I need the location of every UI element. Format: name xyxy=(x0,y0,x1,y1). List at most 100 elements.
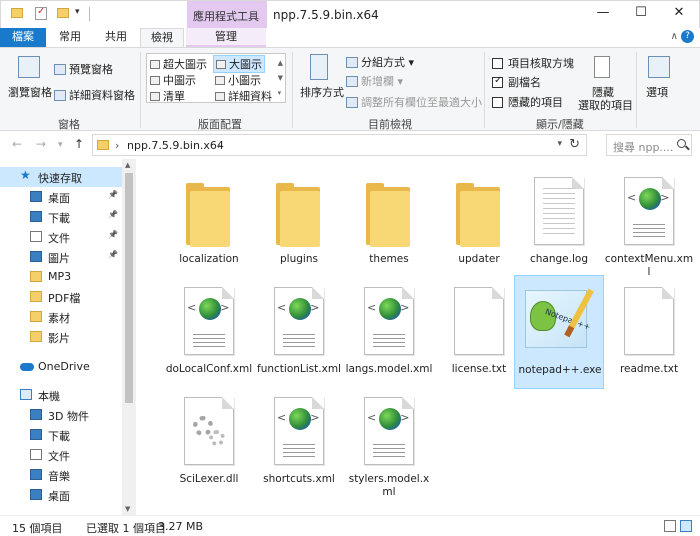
options-button[interactable]: 選項 xyxy=(646,84,668,100)
file-extensions-checkbox[interactable] xyxy=(492,75,503,88)
scroll-down-icon[interactable]: ▼ xyxy=(125,505,130,513)
file-item[interactable]: <> langs.model.xml xyxy=(344,275,434,389)
file-item[interactable]: SciLexer.dll xyxy=(164,385,254,499)
breadcrumb-separator-icon[interactable]: › xyxy=(115,139,119,152)
sidebar-item[interactable]: 素材 xyxy=(0,307,122,327)
add-columns-button[interactable]: 新增欄 ▾ xyxy=(346,73,403,89)
close-button[interactable]: ✕ xyxy=(669,5,689,23)
search-icon[interactable] xyxy=(677,139,686,148)
3d-objects-icon xyxy=(30,409,42,420)
scrollbar-thumb[interactable] xyxy=(125,173,133,403)
details-view-icon[interactable] xyxy=(664,520,676,532)
navigation-scrollbar[interactable]: ▲ ▼ xyxy=(122,159,136,515)
divider xyxy=(484,52,485,128)
download-icon xyxy=(30,211,42,222)
minimize-button[interactable]: — xyxy=(593,5,613,23)
help-icon[interactable]: ? xyxy=(681,30,694,43)
large-icons-view-icon[interactable] xyxy=(680,520,692,532)
layout-extra-large-icons[interactable]: 超大圖示 xyxy=(150,56,207,72)
recent-locations-icon[interactable]: ▾ xyxy=(58,140,63,150)
hidden-items-toggle[interactable]: 隱藏的項目 xyxy=(492,94,563,110)
refresh-icon[interactable]: ↻ xyxy=(569,137,580,152)
file-extensions-toggle[interactable]: 副檔名 xyxy=(492,74,541,90)
sidebar-item-label: 圖片 xyxy=(48,252,70,265)
search-box[interactable]: 搜尋 npp.... xyxy=(606,134,692,156)
medium-icons-icon xyxy=(150,76,160,85)
music-icon xyxy=(30,469,42,480)
file-item[interactable]: <> doLocalConf.xml xyxy=(164,275,254,389)
sidebar-item[interactable]: PDF檔 xyxy=(0,287,122,307)
file-item[interactable]: updater xyxy=(434,165,524,279)
layout-item-label: 超大圖示 xyxy=(163,58,207,71)
sidebar-item[interactable]: 桌面 📌 xyxy=(0,187,122,207)
breadcrumb-current[interactable]: npp.7.5.9.bin.x64 xyxy=(127,139,224,152)
folder-icon xyxy=(30,271,42,282)
forward-arrow-icon[interactable]: → xyxy=(36,137,46,151)
back-arrow-icon[interactable]: ← xyxy=(12,137,22,151)
file-item[interactable]: <> stylers.model.xml xyxy=(344,385,434,499)
layout-medium-icons[interactable]: 中圖示 xyxy=(150,72,196,88)
item-checkboxes-toggle[interactable]: 項目核取方塊 xyxy=(492,55,574,71)
tab-view[interactable]: 檢視 xyxy=(140,28,184,47)
extra-large-icons-icon xyxy=(150,60,160,69)
item-checkboxes-checkbox[interactable] xyxy=(492,58,503,69)
file-item[interactable]: readme.txt xyxy=(604,275,694,389)
navigation-pane-button[interactable]: 瀏覽窗格 xyxy=(8,84,52,100)
size-columns-button[interactable]: 調整所有欄位至最適大小 xyxy=(346,94,482,110)
properties-icon[interactable] xyxy=(35,6,47,20)
quick-access-dropdown-icon[interactable]: ▾ xyxy=(75,7,80,17)
sidebar-item[interactable]: 下載 📌 xyxy=(0,207,122,227)
details-pane-button[interactable]: 詳細資料窗格 xyxy=(54,87,135,103)
add-columns-label: 新增欄 xyxy=(361,75,394,88)
file-item[interactable]: <> shortcuts.xml xyxy=(254,385,344,499)
preview-pane-button[interactable]: 預覽窗格 xyxy=(54,61,113,77)
up-arrow-icon[interactable]: ↑ xyxy=(74,137,84,151)
address-bar[interactable]: › npp.7.5.9.bin.x64 › ▾ ↻ xyxy=(92,134,587,156)
sidebar-item[interactable]: MP3 xyxy=(0,267,122,287)
sidebar-item[interactable]: 桌面 xyxy=(0,485,122,505)
file-item[interactable]: localization xyxy=(164,165,254,279)
file-item[interactable]: license.txt xyxy=(434,275,524,389)
tab-manage[interactable]: 管理 xyxy=(186,28,266,47)
sidebar-item[interactable]: 圖片 📌 xyxy=(0,247,122,267)
collapse-ribbon-icon[interactable]: ∧ xyxy=(671,31,678,42)
hide-selected-line2[interactable]: 選取的項目 xyxy=(578,97,633,113)
layout-list[interactable]: 清單 xyxy=(150,88,185,104)
sidebar-item[interactable]: 影片 xyxy=(0,327,122,347)
file-item[interactable]: change.log xyxy=(514,165,604,279)
sidebar-item[interactable]: 文件 📌 xyxy=(0,227,122,247)
scroll-up-icon[interactable]: ▲ xyxy=(125,161,130,169)
hidden-items-checkbox[interactable] xyxy=(492,97,503,108)
breadcrumb-separator-icon[interactable]: › xyxy=(217,139,221,152)
sidebar-item[interactable]: 本機 xyxy=(0,385,122,405)
sidebar-item[interactable]: ★ 快速存取 xyxy=(0,167,122,187)
tab-file[interactable]: 檔案 xyxy=(0,28,46,47)
layout-item-label: 清單 xyxy=(163,90,185,103)
item-count: 15 個項目 xyxy=(12,522,63,535)
maximize-button[interactable]: ☐ xyxy=(631,5,651,23)
group-by-button[interactable]: 分組方式 ▾ xyxy=(346,54,414,70)
tab-home[interactable]: 常用 xyxy=(50,28,90,47)
sort-by-button[interactable]: 排序方式 xyxy=(300,84,344,100)
sidebar-item[interactable]: 文件 xyxy=(0,445,122,465)
file-item[interactable]: <>contextMenu.xml xyxy=(604,165,694,279)
sidebar-item[interactable]: OneDrive xyxy=(0,357,122,377)
tab-share[interactable]: 共用 xyxy=(96,28,136,47)
sidebar-item[interactable]: 3D 物件 xyxy=(0,405,122,425)
sidebar-item[interactable]: 下載 xyxy=(0,425,122,445)
folder-icon[interactable] xyxy=(11,8,23,18)
layout-large-icons[interactable]: 大圖示 xyxy=(213,55,265,73)
new-folder-icon[interactable] xyxy=(57,8,69,18)
file-name: stylers.model.xml xyxy=(348,473,430,498)
file-item[interactable]: themes xyxy=(344,165,434,279)
layout-scroll-icon[interactable]: ▲ ▼ ▾ xyxy=(278,56,283,101)
address-dropdown-icon[interactable]: ▾ xyxy=(557,139,562,149)
sidebar-item[interactable]: 音樂 xyxy=(0,465,122,485)
file-item[interactable]: <> functionList.xml xyxy=(254,275,344,389)
layout-details[interactable]: 詳細資料 xyxy=(215,88,272,104)
details-pane-label: 詳細資料窗格 xyxy=(69,89,135,102)
file-item[interactable]: plugins xyxy=(254,165,344,279)
file-item[interactable]: Notepad++ notepad++.exe xyxy=(514,275,604,389)
layout-small-icons[interactable]: 小圖示 xyxy=(215,72,261,88)
log-file-icon xyxy=(534,177,584,245)
